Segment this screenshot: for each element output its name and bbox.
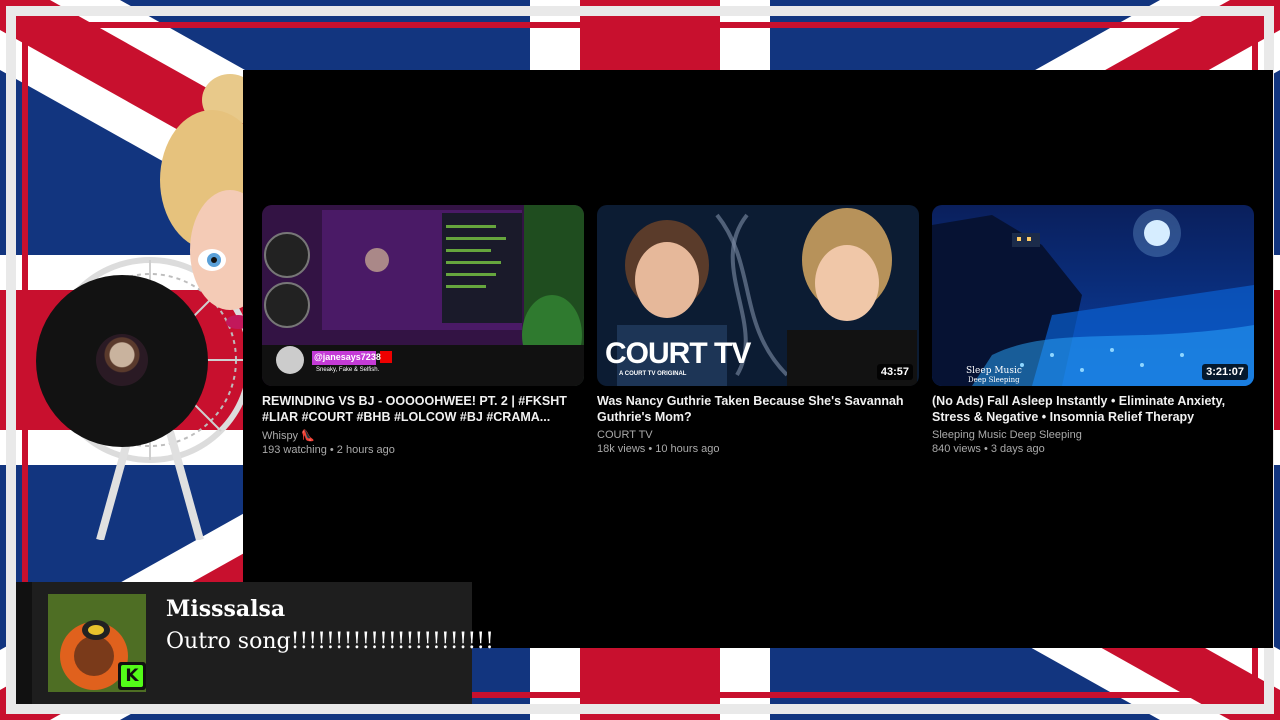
kick-badge-letter: K [121,665,143,687]
video-meta: 193 watching • 2 hours ago [262,444,395,456]
thumbnail-overlay-handle: @janesays7238 [314,352,381,362]
video-title[interactable]: REWINDING VS BJ - OOOOOHWEE! PT. 2 | #FK… [262,393,584,425]
video-thumbnail[interactable]: @janesays7238 Sneaky, Fake & Selfish. [262,205,584,386]
chat-username: Misssalsa [166,596,286,622]
thumbnail-overlay-caption: Sneaky, Fake & Selfish. [316,367,380,373]
video-card[interactable]: @janesays7238 Sneaky, Fake & Selfish. RE… [262,205,584,456]
video-grid: @janesays7238 Sneaky, Fake & Selfish. RE… [262,205,1262,456]
video-thumbnail[interactable]: COURT TV A COURT TV ORIGINAL 43:57 [597,205,919,386]
video-card[interactable]: Sleep Music Deep Sleeping 3:21:07 (No Ad… [932,205,1254,456]
court-tv-logo-caption: A COURT TV ORIGINAL [619,371,687,377]
video-title[interactable]: Was Nancy Guthrie Taken Because She's Sa… [597,393,919,425]
stream-thumbnail-image [262,205,584,386]
sleep-music-logo-caption: Deep Sleeping [968,376,1020,384]
kick-badge-icon: K [118,662,146,690]
video-card[interactable]: COURT TV A COURT TV ORIGINAL 43:57 Was N… [597,205,919,456]
video-duration-badge: 3:21:07 [1202,364,1248,380]
video-meta: 18k views • 10 hours ago [597,443,720,455]
court-tv-logo: COURT TV [605,337,751,370]
streamer-avatar [96,334,148,386]
night-ocean-thumbnail-image [932,205,1254,386]
high-heel-icon: 👠 [301,430,315,442]
video-thumbnail[interactable]: Sleep Music Deep Sleeping 3:21:07 [932,205,1254,386]
video-title[interactable]: (No Ads) Fall Asleep Instantly • Elimina… [932,393,1254,425]
sleep-music-logo: Sleep Music [966,366,1022,376]
video-meta: 840 views • 3 days ago [932,443,1045,455]
channel-name[interactable]: COURT TV [597,429,919,441]
video-duration-badge: 43:57 [876,364,913,380]
chat-message-text: Outro song!!!!!!!!!!!!!!!!!!!!!!! [166,629,494,654]
channel-name[interactable]: Whispy [262,430,298,442]
video-recommendations-panel: @janesays7238 Sneaky, Fake & Selfish. RE… [243,70,1273,648]
channel-name[interactable]: Sleeping Music Deep Sleeping [932,429,1254,441]
channel-name-row[interactable]: Whispy 👠 [262,429,584,442]
